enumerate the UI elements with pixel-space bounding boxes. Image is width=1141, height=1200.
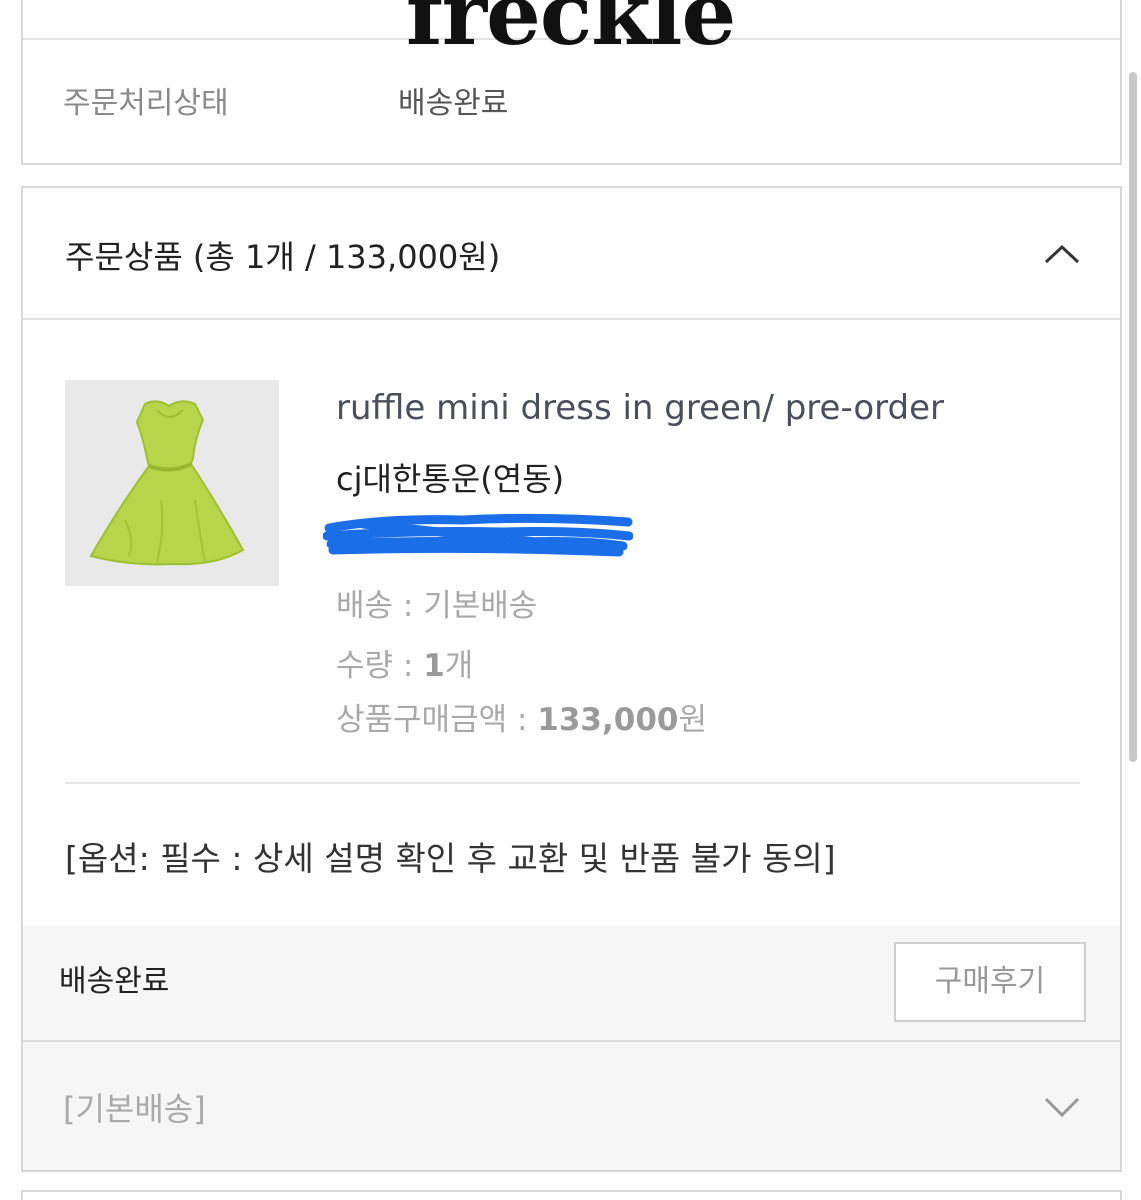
shipping-method-line: 배송 : 기본배송 — [336, 580, 537, 625]
shipping-value: 기본배송 — [423, 588, 538, 624]
redaction-scribble — [323, 513, 633, 557]
dress-image — [65, 380, 279, 586]
product-name[interactable]: ruffle mini dress in green/ pre-order — [336, 388, 944, 428]
shipping-group-row[interactable]: [기본배송] — [23, 1042, 1120, 1170]
order-status-label: 주문처리상태 — [63, 86, 229, 121]
price-value: 133,000 — [537, 702, 679, 738]
brand-logo: freckle — [405, 0, 736, 65]
product-thumbnail[interactable] — [65, 380, 279, 586]
chevron-up-icon[interactable] — [1044, 244, 1080, 264]
delivery-status-label: 배송완료 — [59, 964, 170, 999]
shipping-group-label: [기본배송] — [63, 1090, 206, 1128]
delivery-status-bar: 배송완료 구매후기 — [23, 926, 1120, 1042]
quantity-line: 수량 : 1개 — [336, 640, 473, 685]
chevron-down-icon[interactable] — [1044, 1096, 1080, 1118]
order-status-value: 배송완료 — [398, 86, 509, 121]
order-items-title: 주문상품 (총 1개 / 133,000원) — [65, 238, 501, 276]
price-unit: 원 — [678, 702, 708, 738]
quantity-unit: 개 — [444, 648, 474, 684]
quantity-value: 1 — [423, 648, 445, 684]
shipping-label: 배송 : — [336, 588, 424, 624]
write-review-button[interactable]: 구매후기 — [894, 942, 1086, 1022]
courier-name: cj대한통운(연동) — [336, 460, 565, 498]
product-option: [옵션: 필수 : 상세 설명 확인 후 교환 및 반품 불가 동의] — [65, 839, 836, 878]
price-label: 상품구매금액 : — [336, 702, 538, 738]
quantity-label: 수량 : — [336, 648, 424, 684]
next-section-edge — [21, 1190, 1122, 1200]
item-divider — [65, 782, 1080, 784]
scrollbar[interactable] — [1129, 72, 1137, 762]
order-items-section: 주문상품 (총 1개 / 133,000원) ruffle mini dress… — [21, 186, 1122, 1172]
order-items-header[interactable]: 주문상품 (총 1개 / 133,000원) — [23, 188, 1120, 320]
order-detail-page: freckle 주문처리상태 배송완료 주문상품 (총 1개 / 133,000… — [0, 0, 1141, 1200]
price-line: 상품구매금액 : 133,000원 — [336, 694, 707, 739]
